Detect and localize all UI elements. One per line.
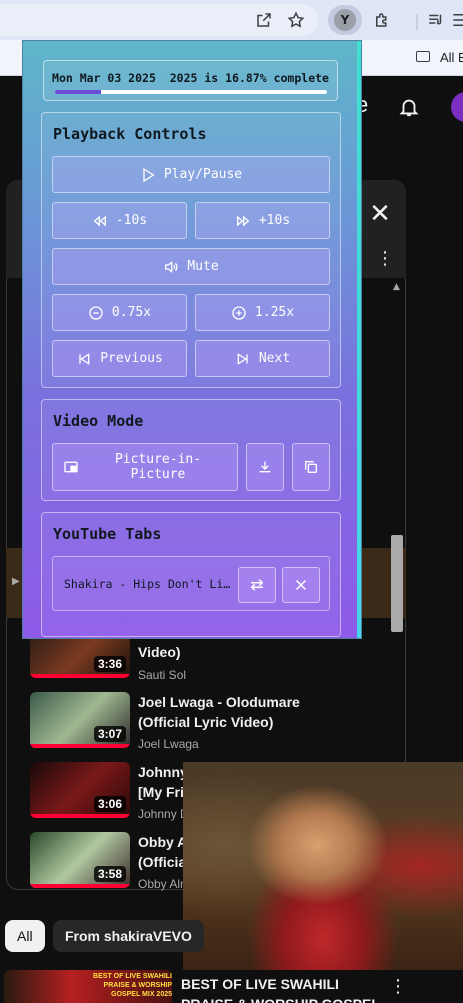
thumbnail-caption: BEST OF LIVE SWAHILI PRAISE & WORSHIP GO… [93, 973, 172, 998]
video-title[interactable]: BEST OF LIVE SWAHILI PRAISE & WORSHIP GO… [181, 974, 391, 1003]
reading-list-icon[interactable] [448, 8, 463, 32]
notifications-bell-icon[interactable] [398, 96, 420, 118]
duration-badge: 3:06 [93, 796, 126, 812]
watch-progress-bar [30, 884, 130, 888]
playlist-scrollbar-thumb[interactable] [391, 535, 403, 632]
filter-chips: All From shakiraVEVO [0, 920, 463, 956]
plus-circle-icon [232, 305, 246, 320]
switch-to-tab-button[interactable] [238, 567, 276, 603]
duration-badge: 3:07 [93, 726, 126, 742]
button-label: Mute [187, 259, 219, 274]
picture-in-picture-icon [64, 461, 78, 473]
folder-icon [416, 51, 430, 62]
forward-10s-button[interactable]: +10s [195, 202, 330, 239]
picture-in-picture-button[interactable]: Picture-in-Picture [52, 443, 238, 491]
year-progress-text: Mon Mar 03 2025 2025 is 16.87% complete [52, 71, 329, 85]
extension-popup: Mon Mar 03 2025 2025 is 16.87% complete … [22, 40, 362, 639]
scroll-up-icon[interactable]: ▲ [393, 282, 400, 292]
download-icon [259, 461, 271, 473]
now-playing-indicator-icon: ▶ [12, 576, 20, 587]
avatar[interactable] [451, 92, 463, 122]
tab-title[interactable]: Shakira - Hips Don't Lie (Official 4K Vi… [64, 577, 236, 591]
list-item[interactable]: 3:36 Video) Sauti Sol [30, 632, 390, 692]
year-progress-fill [55, 90, 101, 94]
volume-icon [165, 260, 178, 273]
watch-progress-bar [30, 674, 130, 678]
video-thumbnail[interactable]: BEST OF LIVE SWAHILI PRAISE & WORSHIP GO… [4, 970, 172, 1003]
button-label: Previous [100, 351, 163, 366]
download-button[interactable] [246, 443, 284, 491]
channel-name[interactable]: Johnny D [138, 807, 189, 821]
video-thumbnail[interactable]: 3:06 [30, 762, 130, 818]
section-title: YouTube Tabs [53, 525, 162, 543]
more-options-icon[interactable]: ⋮ [376, 250, 394, 268]
popup-accent-stripe [357, 41, 361, 638]
open-in-new-window-icon[interactable] [252, 8, 276, 32]
video-thumbnail[interactable]: 3:58 [30, 832, 130, 888]
channel-name[interactable]: Sauti Sol [138, 668, 186, 682]
button-label: Play/Pause [163, 167, 243, 182]
button-label: +10s [258, 213, 291, 228]
button-label: Next [258, 351, 291, 366]
copy-icon [305, 461, 317, 473]
minus-circle-icon [89, 305, 103, 320]
browser-toolbar: Y | [0, 0, 463, 40]
watch-progress-bar [30, 744, 130, 748]
video-title[interactable]: Joel Lwaga - Olodumare (Official Lyric V… [138, 692, 318, 732]
next-button[interactable]: Next [195, 340, 330, 377]
rewind-icon [93, 215, 106, 226]
video-title[interactable]: Video) [138, 642, 318, 662]
video-mode-section: Video Mode Picture-in-Picture [41, 399, 341, 501]
skip-previous-icon [79, 352, 90, 365]
channel-name[interactable]: Obby Aln [138, 877, 187, 891]
play-pause-button[interactable]: Play/Pause [52, 156, 330, 193]
year-progress-bar [55, 90, 327, 94]
skip-next-icon [237, 352, 248, 365]
mute-button[interactable]: Mute [52, 248, 330, 285]
watch-progress-bar [30, 814, 130, 818]
playback-controls-section: Playback Controls Play/Pause -10s +10s M… [41, 112, 341, 388]
section-title: Video Mode [53, 412, 144, 430]
previous-button[interactable]: Previous [52, 340, 187, 377]
button-label: 0.75x [111, 305, 152, 320]
close-tab-button[interactable] [282, 567, 320, 603]
rewind-10s-button[interactable]: -10s [52, 202, 187, 239]
list-item[interactable]: 3:07 Joel Lwaga - Olodumare (Official Ly… [30, 692, 390, 752]
copy-button[interactable] [292, 443, 330, 491]
more-options-icon[interactable]: ⋮ [389, 976, 407, 997]
duration-badge: 3:58 [93, 866, 126, 882]
channel-name[interactable]: Joel Lwaga [138, 737, 199, 751]
section-title: Playback Controls [53, 125, 207, 143]
extensions-puzzle-icon[interactable] [370, 8, 394, 32]
chip-from-channel[interactable]: From shakiraVEVO [53, 920, 204, 952]
play-icon [143, 167, 155, 182]
button-label: Picture-in-Picture [114, 452, 202, 482]
button-label: -10s [115, 213, 148, 228]
video-thumbnail[interactable]: 3:07 [30, 692, 130, 748]
close-icon[interactable]: ✕ [368, 201, 392, 227]
chip-all[interactable]: All [5, 920, 45, 952]
speed-up-button[interactable]: 1.25x [195, 294, 330, 331]
speed-down-button[interactable]: 0.75x [52, 294, 187, 331]
year-progress-card: Mon Mar 03 2025 2025 is 16.87% complete [43, 60, 338, 101]
tab-row[interactable]: Shakira - Hips Don't Lie (Official 4K Vi… [52, 556, 330, 611]
youtube-tabs-section: YouTube Tabs Shakira - Hips Don't Lie (O… [41, 512, 341, 637]
duration-badge: 3:36 [93, 656, 126, 672]
close-icon [295, 579, 307, 591]
button-label: 1.25x [254, 305, 295, 320]
bookmark-star-icon[interactable] [284, 8, 308, 32]
media-queue-icon[interactable] [424, 8, 448, 32]
switch-arrows-icon [250, 579, 264, 591]
extension-y-icon[interactable]: Y [334, 9, 356, 31]
fast-forward-icon [236, 215, 250, 226]
all-bookmarks-link[interactable]: All B [440, 50, 463, 65]
